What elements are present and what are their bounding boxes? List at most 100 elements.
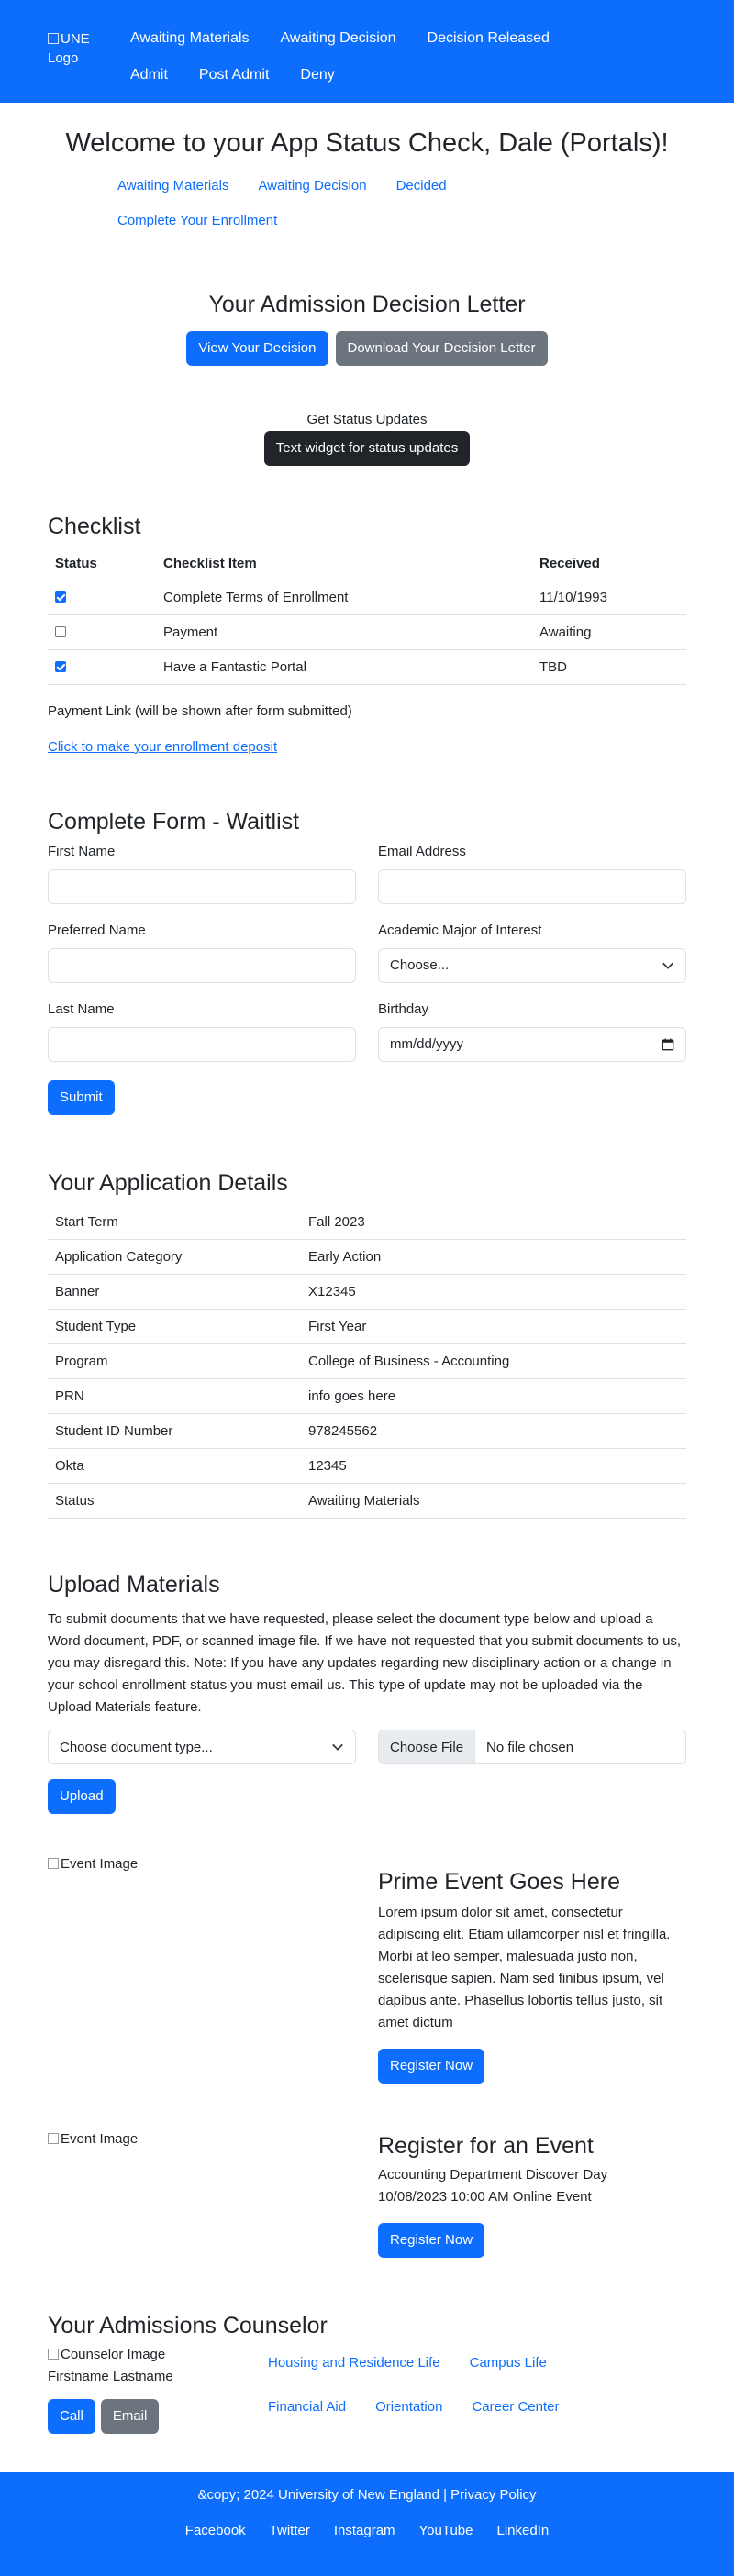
email-label: Email Address — [378, 843, 466, 859]
nav-deny[interactable]: Deny — [291, 57, 343, 94]
table-row: Student Type First Year — [48, 1309, 686, 1344]
detail-value: Fall 2023 — [301, 1204, 686, 1240]
footer-copyright: &copy; 2024 University of New England | … — [197, 2487, 537, 2503]
table-row: Application Category Early Action — [48, 1239, 686, 1275]
detail-value: Awaiting Materials — [301, 1483, 686, 1519]
email-field[interactable] — [378, 868, 686, 904]
decision-letter-section: Your Admission Decision Letter View Your… — [0, 292, 734, 366]
text-widget-button[interactable]: Text widget for status updates — [263, 431, 471, 466]
footer-link-youtube[interactable]: YouTube — [407, 2515, 485, 2546]
detail-value: College of Business - Accounting — [301, 1343, 686, 1379]
upload-button[interactable]: Upload — [48, 1779, 116, 1814]
major-select[interactable]: Choose... — [378, 947, 686, 983]
status-updates-label: Get Status Updates — [306, 412, 428, 427]
subnav-awaiting-materials[interactable]: Awaiting Materials — [108, 169, 238, 204]
event-title: Register for an Event — [378, 2133, 594, 2159]
preferred-name-field[interactable] — [48, 947, 356, 983]
welcome-heading: Welcome to your App Status Check, Dale (… — [65, 128, 669, 158]
major-selected-value: Choose... — [390, 957, 450, 973]
table-row: Okta 12345 — [48, 1448, 686, 1484]
table-row: PRN info goes here — [48, 1378, 686, 1414]
choose-file-button[interactable]: Choose File — [379, 1730, 476, 1763]
register-now-button[interactable]: Register Now — [378, 2049, 485, 2084]
status-checkbox[interactable] — [55, 660, 66, 672]
une-logo[interactable]: UNE Logo — [48, 29, 103, 68]
detail-label: Application Category — [48, 1239, 301, 1275]
detail-label: Status — [48, 1483, 301, 1519]
document-type-select[interactable]: Choose document type... — [48, 1730, 356, 1764]
nav-awaiting-decision[interactable]: Awaiting Decision — [272, 20, 406, 57]
status-checkbox[interactable] — [55, 591, 66, 603]
detail-label: PRN — [48, 1378, 301, 1414]
submit-button[interactable]: Submit — [48, 1079, 115, 1115]
register-now-button[interactable]: Register Now — [378, 2223, 485, 2258]
event-image: Event Image — [48, 1856, 378, 2084]
checklist-section: Checklist Status Checklist Item Received… — [48, 512, 686, 756]
major-label: Academic Major of Interest — [378, 922, 542, 938]
event-description: Lorem ipsum dolor sit amet, consectetur … — [378, 1905, 671, 2030]
first-name-field[interactable] — [48, 868, 356, 904]
preferred-name-label: Preferred Name — [48, 922, 146, 938]
footer-link-twitter[interactable]: Twitter — [258, 2515, 322, 2546]
detail-value: X12345 — [301, 1274, 686, 1310]
upload-materials: Upload Materials To submit documents tha… — [48, 1570, 686, 1814]
counselor-image-alt: Counselor Image — [61, 2347, 166, 2362]
status-updates: Get Status Updates Text widget for statu… — [0, 412, 734, 466]
download-decision-button[interactable]: Download Your Decision Letter — [335, 331, 548, 366]
link-campus-life[interactable]: Campus Life — [461, 2346, 556, 2390]
event-title: Prime Event Goes Here — [378, 1869, 620, 1895]
detail-label: Banner — [48, 1274, 301, 1310]
nav-decision-released[interactable]: Decision Released — [418, 20, 559, 57]
chevron-down-icon — [332, 1743, 343, 1751]
detail-value: 978245562 — [301, 1413, 686, 1449]
birthday-field[interactable]: mm/dd/yyyy — [378, 1026, 686, 1062]
document-type-value: Choose document type... — [60, 1739, 213, 1755]
checklist-item: Have a Fantastic Portal — [156, 649, 532, 685]
checklist-received: 11/10/1993 — [532, 580, 686, 615]
file-input[interactable]: Choose File No file chosen — [378, 1730, 686, 1764]
subnav-complete-enrollment[interactable]: Complete Your Enrollment — [108, 204, 286, 238]
checklist-item: Complete Terms of Enrollment — [156, 580, 532, 615]
file-name-text: No file chosen — [486, 1739, 574, 1755]
last-name-field[interactable] — [48, 1026, 356, 1062]
detail-value: Early Action — [301, 1239, 686, 1275]
link-orientation[interactable]: Orientation — [366, 2390, 451, 2434]
nav-admit[interactable]: Admit — [121, 57, 177, 94]
application-details: Your Application Details Start Term Fall … — [48, 1168, 686, 1519]
detail-value: 12345 — [301, 1448, 686, 1484]
calendar-icon[interactable] — [662, 1037, 674, 1051]
view-decision-button[interactable]: View Your Decision — [186, 331, 328, 366]
counselor-image: Counselor Image — [48, 2344, 259, 2366]
nav-awaiting-materials[interactable]: Awaiting Materials — [121, 20, 259, 57]
status-checkbox[interactable] — [55, 625, 66, 637]
footer-social-links: Facebook Twitter Instagram YouTube Linke… — [0, 2515, 734, 2546]
table-row: Banner X12345 — [48, 1274, 686, 1310]
counselor-title: Your Admissions Counselor — [48, 2313, 328, 2338]
footer-link-instagram[interactable]: Instagram — [322, 2515, 407, 2546]
birthday-placeholder: mm/dd/yyyy — [390, 1036, 464, 1052]
link-career-center[interactable]: Career Center — [462, 2390, 568, 2434]
link-housing[interactable]: Housing and Residence Life — [259, 2346, 450, 2390]
col-status: Status — [48, 548, 156, 580]
table-row: Have a Fantastic Portal TBD — [48, 649, 686, 685]
broken-image-icon — [48, 33, 59, 44]
checklist-title: Checklist — [48, 514, 141, 539]
footer-link-linkedin[interactable]: LinkedIn — [485, 2515, 562, 2546]
detail-label: Student Type — [48, 1309, 301, 1344]
subnav-decided[interactable]: Decided — [387, 169, 456, 204]
checklist-received: Awaiting — [532, 614, 686, 650]
event-line-2: 10/08/2023 10:00 AM Online Event — [378, 2189, 592, 2205]
link-financial-aid[interactable]: Financial Aid — [259, 2390, 355, 2434]
call-button[interactable]: Call — [48, 2399, 95, 2434]
nav-post-admit[interactable]: Post Admit — [190, 57, 278, 94]
email-button[interactable]: Email — [100, 2399, 160, 2434]
footer-link-facebook[interactable]: Facebook — [173, 2515, 258, 2546]
chevron-down-icon — [662, 962, 673, 969]
detail-label: Student ID Number — [48, 1413, 301, 1449]
subnav-awaiting-decision[interactable]: Awaiting Decision — [249, 169, 375, 204]
broken-image-icon — [48, 2133, 59, 2144]
event-image: Event Image — [48, 2131, 378, 2258]
detail-label: Start Term — [48, 1204, 301, 1240]
enrollment-deposit-link[interactable]: Click to make your enrollment deposit — [48, 739, 277, 755]
upload-instructions: To submit documents that we have request… — [48, 1611, 682, 1715]
